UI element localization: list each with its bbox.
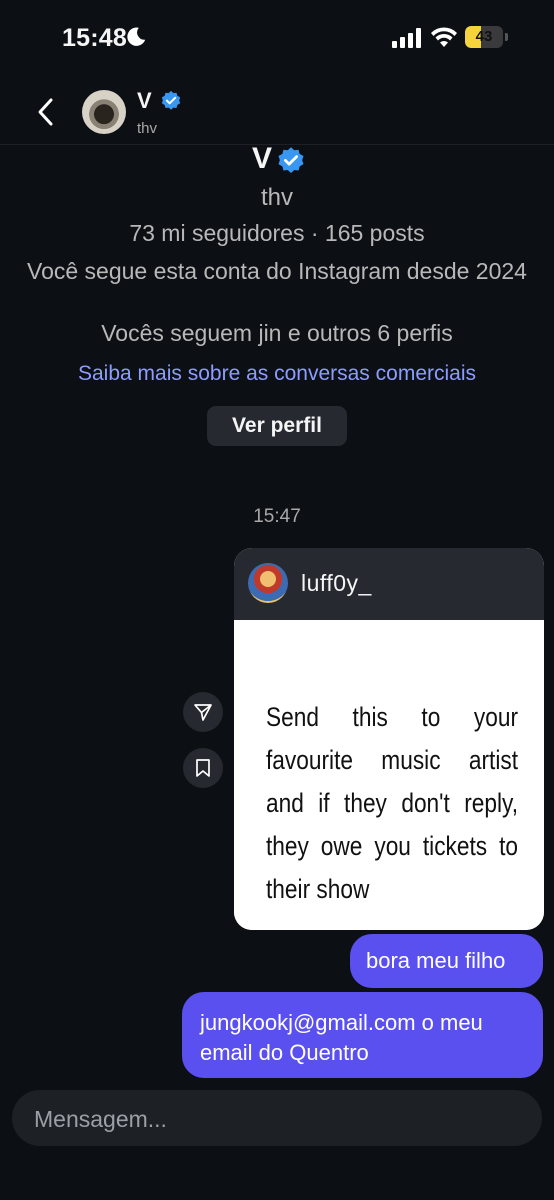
back-arrow-icon[interactable] bbox=[34, 96, 58, 128]
moon-icon bbox=[127, 27, 146, 46]
battery-level: 43 bbox=[475, 28, 493, 45]
header-name[interactable]: V bbox=[137, 88, 152, 114]
shared-post[interactable]: luff0y_ Send this to your favourite musi… bbox=[234, 548, 544, 930]
status-bar: 15:48 43 bbox=[0, 0, 554, 76]
wifi-icon bbox=[431, 27, 457, 47]
save-button[interactable] bbox=[183, 748, 223, 788]
shared-post-text: Send this to your favourite music artist… bbox=[266, 702, 518, 904]
header-handle: thv bbox=[137, 120, 158, 137]
battery-icon: 43 bbox=[465, 26, 509, 50]
message-input[interactable] bbox=[32, 1090, 516, 1148]
sent-message-bubble[interactable]: jungkookj@gmail.com o meu email do Quent… bbox=[182, 992, 543, 1078]
sent-message-bubble[interactable]: bora meu filho bbox=[350, 934, 543, 988]
profile-stats: 73 mi seguidores · 165 posts bbox=[129, 220, 425, 246]
profile-handle: thv bbox=[260, 184, 293, 211]
message-composer[interactable] bbox=[12, 1090, 542, 1148]
shared-post-header[interactable]: luff0y_ bbox=[234, 548, 544, 620]
profile-follow-since: Você segue esta conta do Instagram desde… bbox=[27, 258, 527, 284]
verified-badge-icon bbox=[278, 147, 304, 173]
share-button[interactable] bbox=[183, 692, 223, 732]
message-timestamp: 15:47 bbox=[253, 506, 301, 527]
avatar[interactable] bbox=[82, 90, 126, 134]
profile-name: V bbox=[252, 142, 273, 175]
view-profile-button[interactable]: Ver perfil bbox=[207, 406, 347, 446]
business-chats-link[interactable]: Saiba mais sobre as conversas comerciais bbox=[0, 362, 554, 386]
shared-post-image[interactable]: Send this to your favourite music artist… bbox=[234, 620, 544, 930]
cellular-signal-icon bbox=[392, 28, 421, 48]
verified-badge-icon bbox=[161, 90, 181, 110]
bookmark-icon bbox=[196, 759, 210, 777]
post-author-username[interactable]: luff0y_ bbox=[301, 570, 372, 597]
profile-mutual-followers: Vocês seguem jin e outros 6 perfis bbox=[101, 320, 453, 346]
status-time: 15:48 bbox=[62, 24, 127, 52]
send-icon bbox=[194, 704, 212, 721]
post-author-avatar bbox=[248, 563, 288, 603]
chat-header: V thv bbox=[0, 80, 554, 145]
